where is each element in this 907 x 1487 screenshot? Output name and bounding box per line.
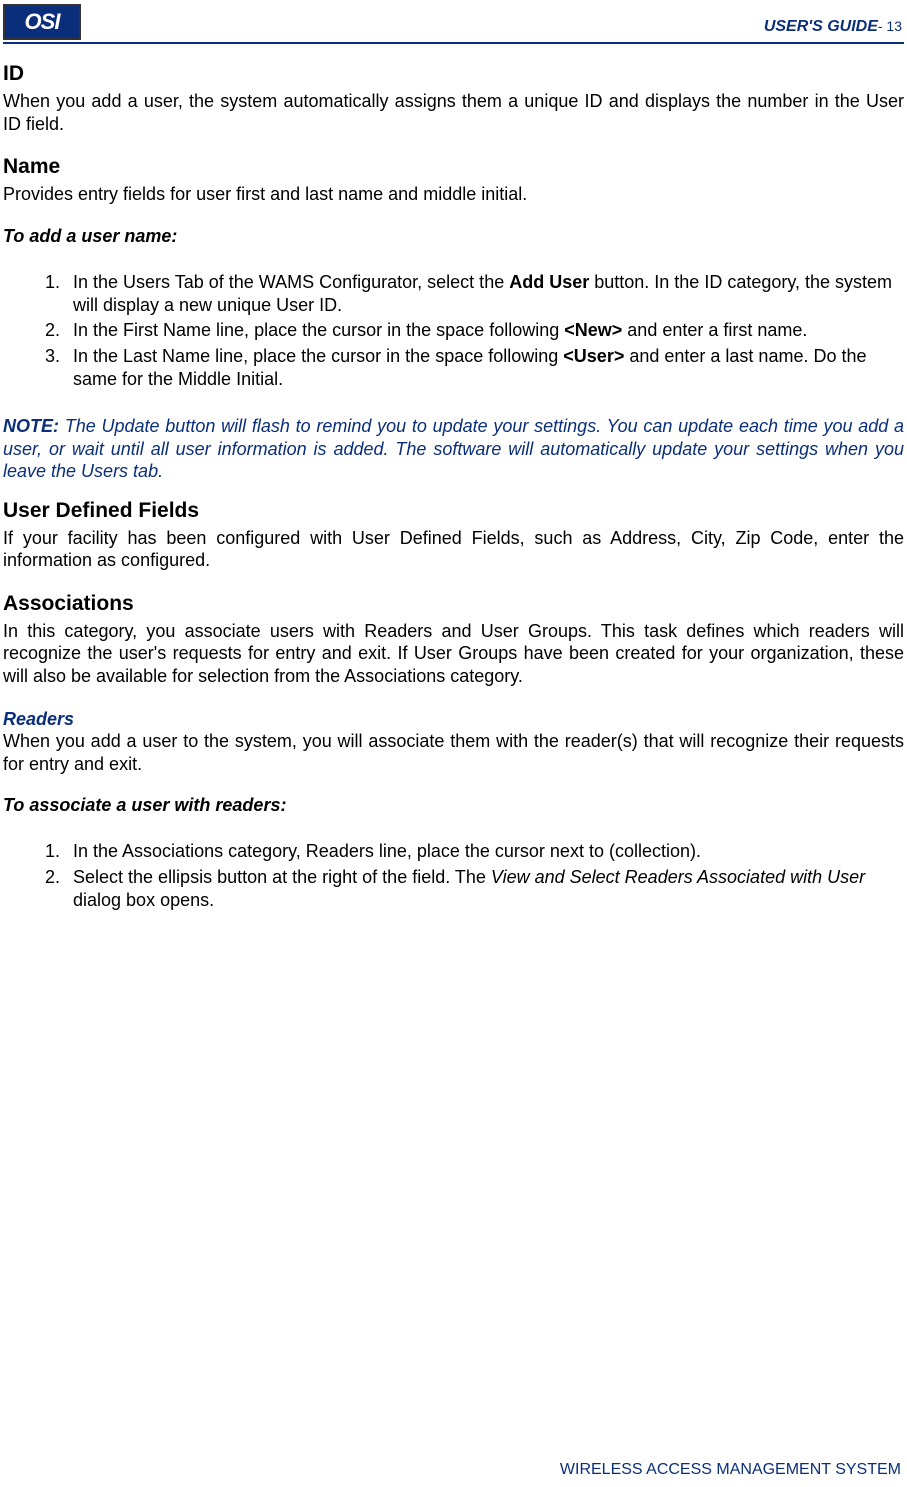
step-text: In the Last Name line, place the cursor … bbox=[73, 346, 563, 366]
section-name-title: Name bbox=[3, 155, 904, 179]
section-assoc-body: In this category, you associate users wi… bbox=[3, 620, 904, 688]
section-id-body: When you add a user, the system automati… bbox=[3, 90, 904, 135]
note-block: NOTE: The Update button will flash to re… bbox=[3, 415, 904, 483]
guide-label: USER'S GUIDE bbox=[764, 18, 878, 35]
step-italic: View and Select Readers Associated with … bbox=[491, 867, 865, 887]
add-user-name-steps: In the Users Tab of the WAMS Configurato… bbox=[65, 271, 904, 392]
readers-body: When you add a user to the system, you w… bbox=[3, 730, 904, 775]
step-text: dialog box opens. bbox=[73, 890, 214, 910]
step-bold: <New> bbox=[564, 320, 622, 340]
list-item: Select the ellipsis button at the right … bbox=[65, 866, 904, 913]
step-bold: <User> bbox=[563, 346, 624, 366]
header-right: USER'S GUIDE- 13 bbox=[764, 4, 904, 36]
step-text: In the Associations category, Readers li… bbox=[73, 841, 701, 861]
page-header: OSI USER'S GUIDE- 13 bbox=[0, 0, 907, 40]
step-text: and enter a first name. bbox=[622, 320, 807, 340]
section-udf-body: If your facility has been configured wit… bbox=[3, 527, 904, 572]
step-text: In the First Name line, place the cursor… bbox=[73, 320, 564, 340]
note-label: NOTE: bbox=[3, 416, 65, 436]
list-item: In the Last Name line, place the cursor … bbox=[65, 345, 904, 392]
list-item: In the Associations category, Readers li… bbox=[65, 840, 904, 863]
note-body: The Update button will flash to remind y… bbox=[3, 416, 904, 481]
associate-readers-steps: In the Associations category, Readers li… bbox=[65, 840, 904, 912]
step-bold: Add User bbox=[509, 272, 589, 292]
step-text: In the Users Tab of the WAMS Configurato… bbox=[73, 272, 509, 292]
page-footer: WIRELESS ACCESS MANAGEMENT SYSTEM bbox=[560, 1461, 901, 1479]
section-assoc-title: Associations bbox=[3, 592, 904, 616]
readers-subhead: Readers bbox=[3, 709, 904, 730]
logo-text: OSI bbox=[25, 9, 60, 35]
page-number: - 13 bbox=[878, 18, 902, 34]
step-text: Select the ellipsis button at the right … bbox=[73, 867, 491, 887]
list-item: In the Users Tab of the WAMS Configurato… bbox=[65, 271, 904, 318]
osi-logo: OSI bbox=[3, 4, 81, 40]
associate-readers-subhead: To associate a user with readers: bbox=[3, 795, 904, 816]
section-udf-title: User Defined Fields bbox=[3, 499, 904, 523]
list-item: In the First Name line, place the cursor… bbox=[65, 319, 904, 342]
page-content: ID When you add a user, the system autom… bbox=[0, 44, 907, 913]
add-user-name-subhead: To add a user name: bbox=[3, 226, 904, 247]
section-id-title: ID bbox=[3, 62, 904, 86]
section-name-body: Provides entry fields for user first and… bbox=[3, 183, 904, 206]
